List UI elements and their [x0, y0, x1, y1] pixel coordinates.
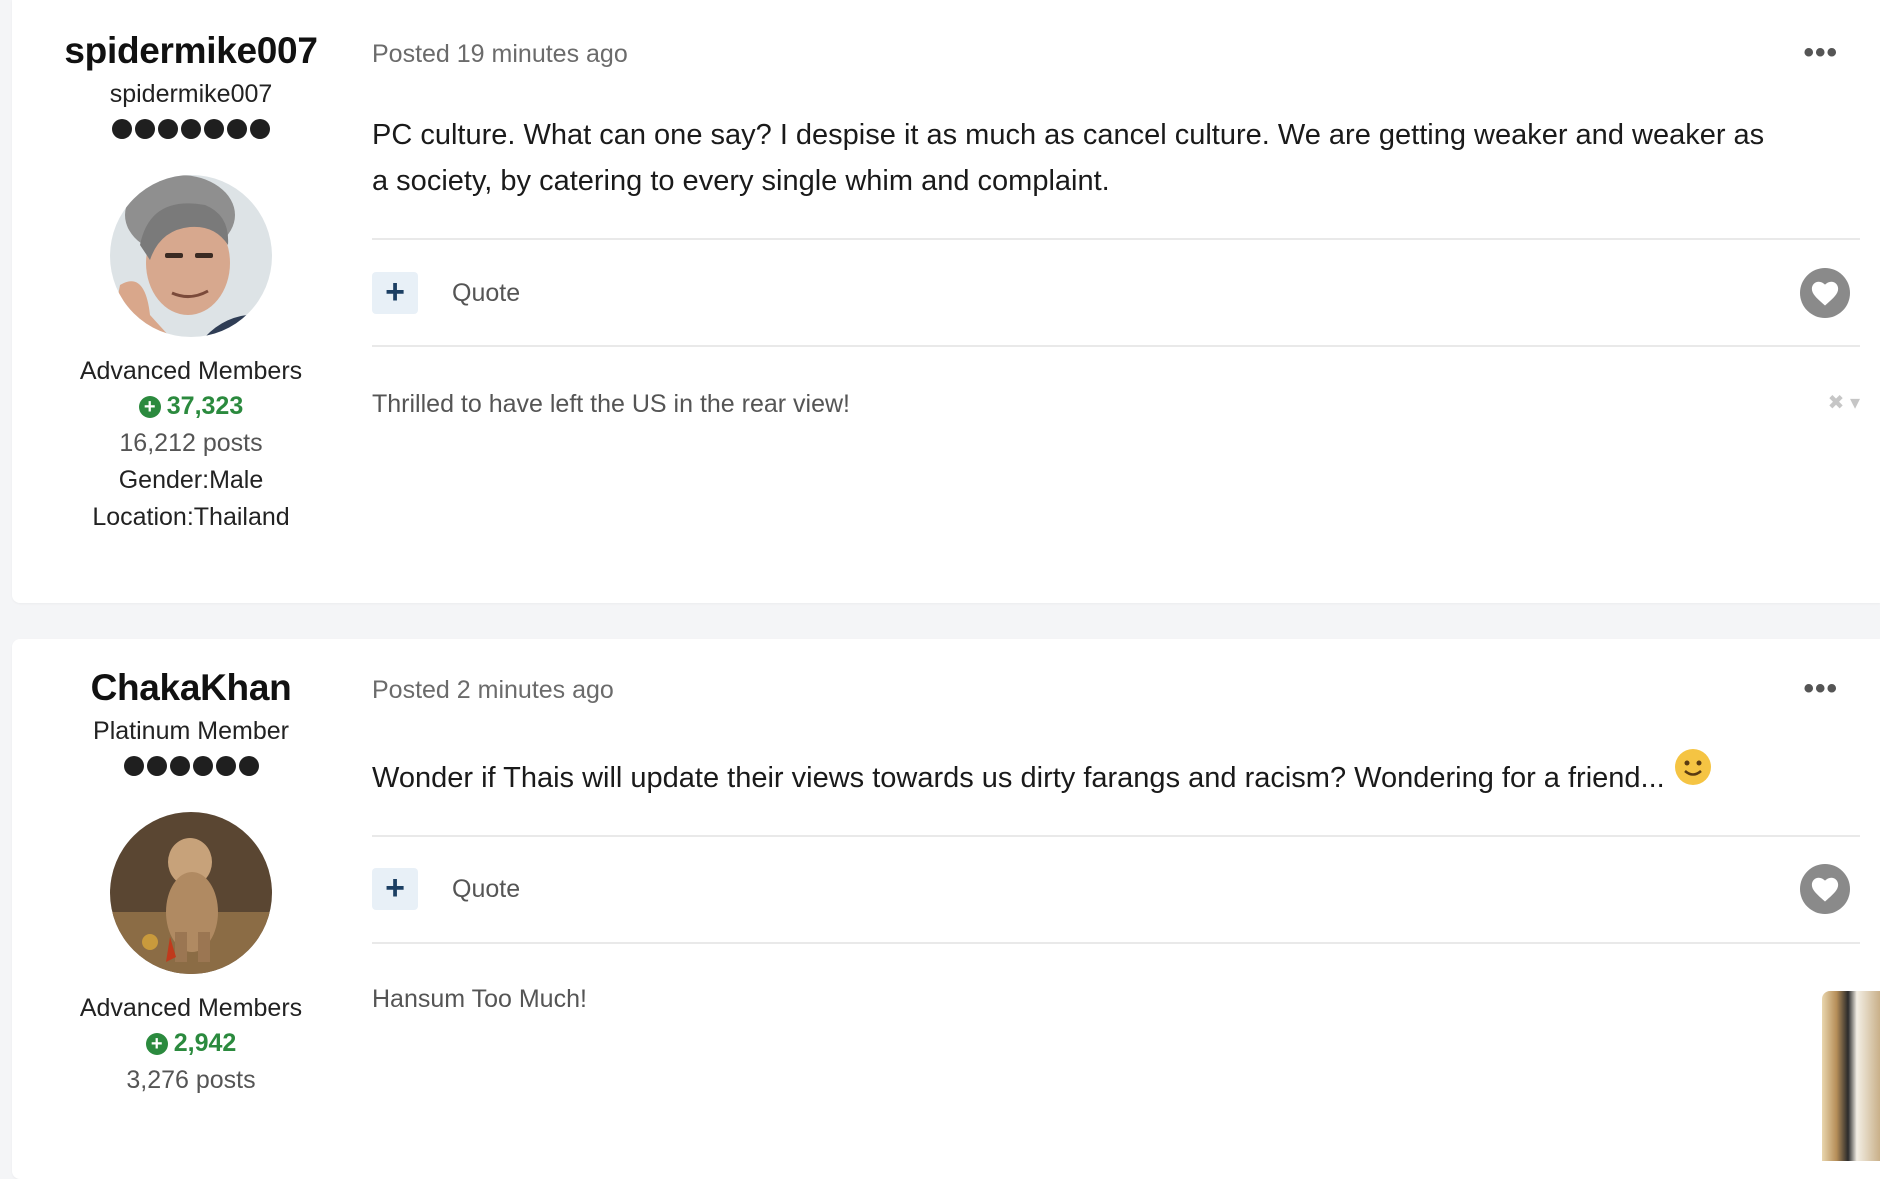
author-name-link[interactable]: ChakaKhan — [12, 667, 370, 709]
reputation-count: 2,942 — [173, 1029, 237, 1057]
post: spidermike007 spidermike007 Advanced Mem… — [12, 0, 1880, 603]
rank-pip — [135, 119, 155, 139]
rank-pip — [204, 119, 224, 139]
rank-pip — [192, 756, 213, 776]
rank-pip — [215, 756, 236, 776]
rank-pip — [227, 119, 247, 139]
post-timestamp[interactable]: Posted 2 minutes ago — [372, 676, 614, 705]
author-panel: ChakaKhan Platinum Member Advanced Membe… — [12, 639, 370, 1095]
post-body-text: Wonder if Thais will update their views … — [372, 762, 1665, 794]
divider — [372, 345, 1860, 347]
avatar[interactable] — [110, 812, 272, 974]
ellipsis-icon[interactable]: ••• — [1803, 36, 1838, 70]
divider — [372, 835, 1860, 837]
reputation-count: 37,323 — [166, 392, 244, 420]
rank-pip — [238, 756, 259, 776]
close-icon[interactable]: ✖ ▾ — [1828, 390, 1860, 415]
divider — [372, 942, 1860, 944]
plus-icon[interactable]: + — [372, 868, 418, 910]
signature: Hansum Too Much! — [372, 985, 587, 1013]
divider — [372, 238, 1860, 240]
post-timestamp[interactable]: Posted 19 minutes ago — [372, 40, 628, 69]
location-field: Location:Thailand — [92, 503, 290, 531]
rank-pip — [250, 119, 270, 139]
smiley-icon — [1674, 749, 1711, 785]
rank-pip — [169, 756, 190, 776]
rank-pips — [12, 119, 370, 139]
heart-icon[interactable] — [1800, 268, 1850, 318]
rank-pip — [112, 119, 132, 139]
ellipsis-icon[interactable]: ••• — [1803, 672, 1838, 706]
post-count: 16,212 posts — [119, 429, 263, 457]
plus-circle-icon: + — [145, 1032, 168, 1055]
post-body: PC culture. What can one say? I despise … — [372, 119, 1765, 197]
reputation-badge[interactable]: + 2,942 — [12, 1029, 370, 1058]
author-name-link[interactable]: spidermike007 — [12, 30, 370, 72]
author-panel: spidermike007 spidermike007 Advanced Mem… — [12, 0, 370, 532]
gender-field: Gender:Male — [118, 466, 264, 494]
plus-icon[interactable]: + — [372, 272, 418, 314]
rank-pip — [123, 756, 144, 776]
author-title: Platinum Member — [93, 717, 289, 745]
author-title: spidermike007 — [109, 80, 273, 108]
post-body: Wonder if Thais will update their views … — [372, 749, 1770, 801]
rank-pip — [181, 119, 201, 139]
rank-pip — [158, 119, 178, 139]
plus-circle-icon: + — [138, 395, 161, 418]
post-count: 3,276 posts — [126, 1066, 256, 1094]
post: ChakaKhan Platinum Member Advanced Membe… — [12, 639, 1880, 1179]
rank-pip — [146, 756, 167, 776]
signature: Thrilled to have left the US in the rear… — [372, 390, 851, 418]
heart-icon[interactable] — [1800, 864, 1850, 914]
avatar[interactable] — [110, 175, 272, 337]
reputation-badge[interactable]: + 37,323 — [12, 392, 370, 421]
quote-button[interactable]: Quote — [452, 279, 520, 308]
quote-button[interactable]: Quote — [452, 875, 520, 904]
signature-image — [1822, 991, 1880, 1161]
member-group: Advanced Members — [79, 994, 303, 1022]
rank-pips — [12, 756, 370, 776]
member-group: Advanced Members — [79, 357, 303, 385]
